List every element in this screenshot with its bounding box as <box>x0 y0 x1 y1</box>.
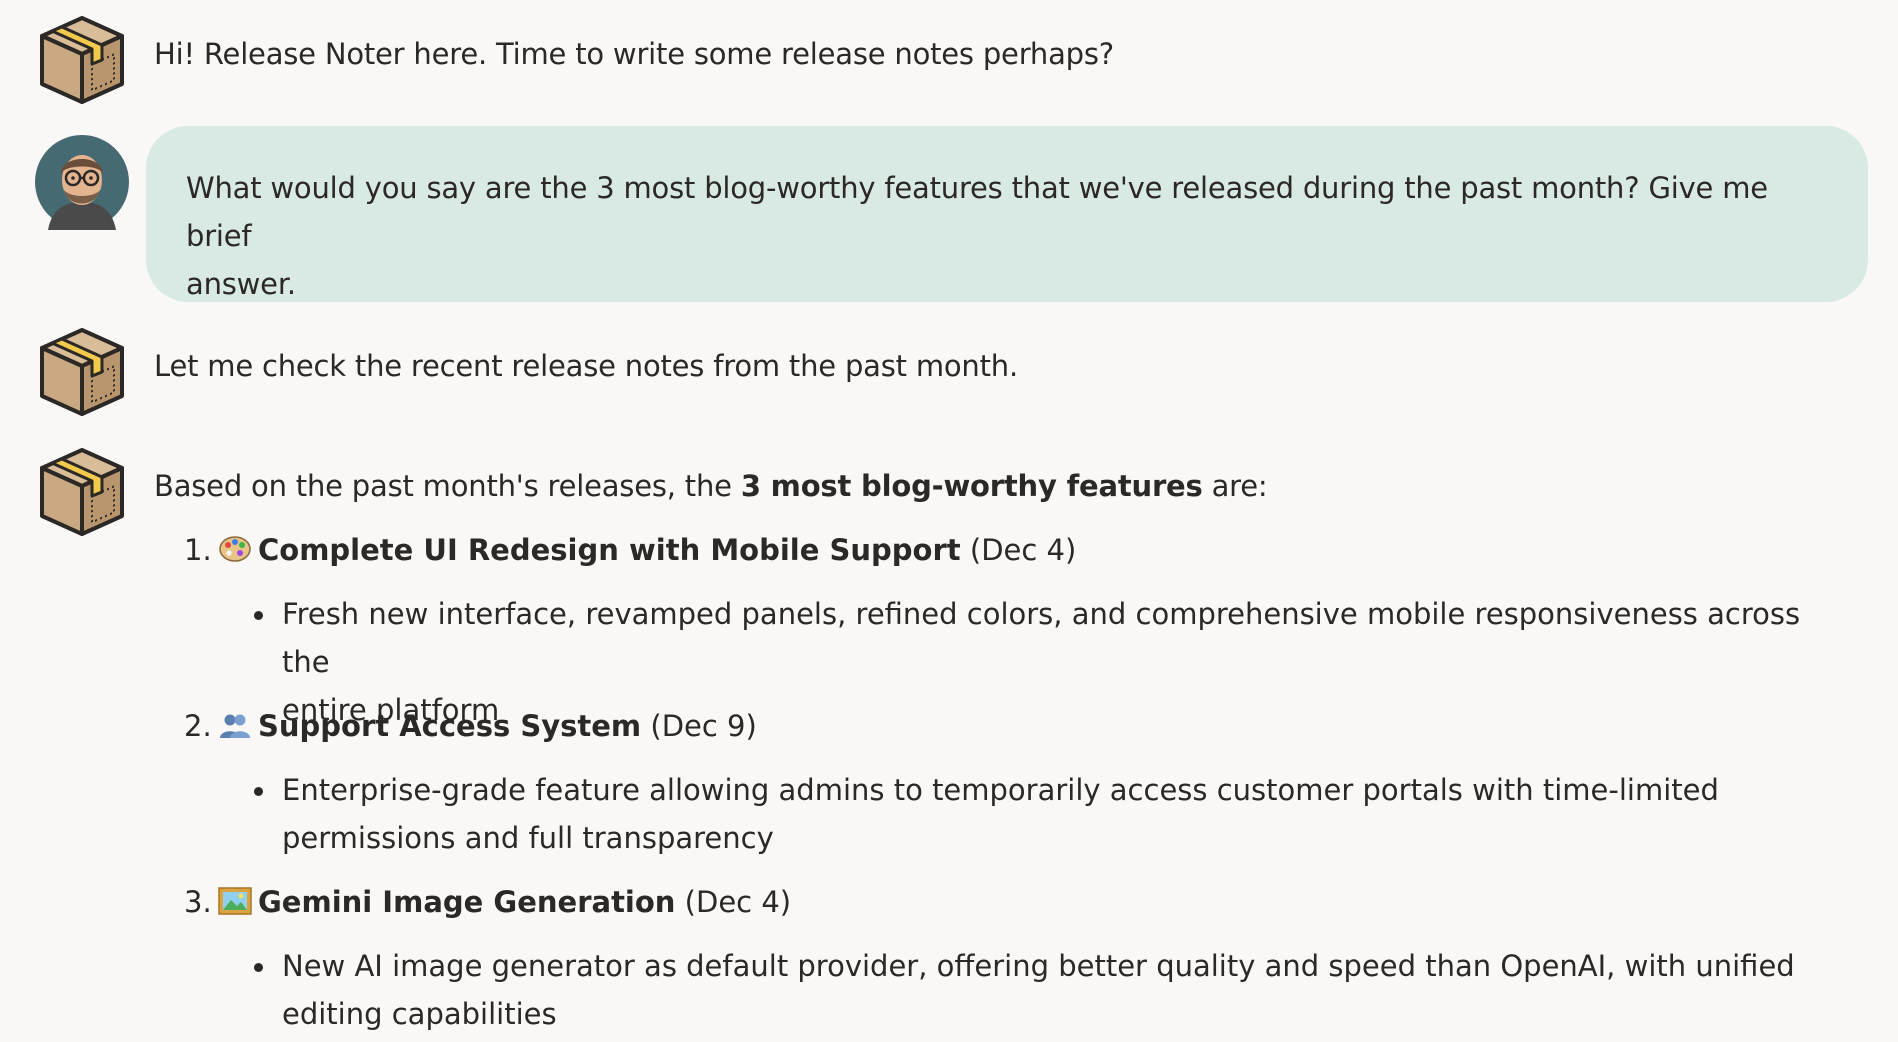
feature-date: (Dec 9) <box>650 709 757 743</box>
bot-avatar-box-icon <box>34 324 130 420</box>
answer-intro-text: are: <box>1202 469 1268 503</box>
feature-item: 3. Gemini Image Generation (Dec 4) <box>184 878 791 926</box>
feature-detail: New AI image generator as default provid… <box>254 942 1834 1038</box>
feature-title: Complete UI Redesign with Mobile Support <box>258 533 961 567</box>
detail-line: Fresh new interface, revamped panels, re… <box>282 597 1801 679</box>
user-avatar <box>34 134 130 230</box>
palette-icon <box>218 530 252 562</box>
detail-line: Enterprise-grade feature allowing admins… <box>282 773 1719 807</box>
user-message-bubble: What would you say are the 3 most blog-w… <box>146 126 1868 302</box>
bot-avatar-box-icon <box>34 444 130 540</box>
bot-message-answer-intro: Based on the past month's releases, the … <box>154 462 1268 510</box>
detail-line: permissions and full transparency <box>282 821 774 855</box>
detail-line: editing capabilities <box>282 997 557 1031</box>
feature-title: Gemini Image Generation <box>258 885 676 919</box>
detail-line: New AI image generator as default provid… <box>282 949 1795 983</box>
answer-intro-bold: 3 most blog-worthy features <box>740 469 1203 503</box>
bot-message-greeting: Hi! Release Noter here. Time to write so… <box>154 37 1114 71</box>
feature-date: (Dec 4) <box>684 885 792 919</box>
feature-item: 2. Support Access System (Dec 9) <box>184 702 757 750</box>
feature-date: (Dec 4) <box>969 533 1077 567</box>
framed-picture-icon <box>218 882 252 915</box>
people-icon <box>218 706 252 738</box>
list-number: 1. <box>184 533 212 567</box>
bullet-dot <box>254 787 263 796</box>
feature-detail-text: Enterprise-grade feature allowing admins… <box>282 766 1834 862</box>
feature-detail-text: New AI image generator as default provid… <box>282 942 1834 1038</box>
feature-detail: Enterprise-grade feature allowing admins… <box>254 766 1834 862</box>
feature-title: Support Access System <box>258 709 642 743</box>
bullet-dot <box>254 611 263 620</box>
feature-item: 1. Complete UI Redesign with Mobile Suppo… <box>184 526 1076 574</box>
bullet-dot <box>254 963 263 972</box>
list-number: 2. <box>184 709 212 743</box>
user-message-line: What would you say are the 3 most blog-w… <box>186 171 1768 253</box>
bot-avatar-box-icon <box>34 12 130 108</box>
chat-transcript: Hi! Release Noter here. Time to write so… <box>0 0 1898 1042</box>
list-number: 3. <box>184 885 212 919</box>
user-message-line: answer. <box>186 267 296 301</box>
answer-intro-text: Based on the past month's releases, the <box>154 469 741 503</box>
bot-message-checking: Let me check the recent release notes fr… <box>154 349 1018 383</box>
